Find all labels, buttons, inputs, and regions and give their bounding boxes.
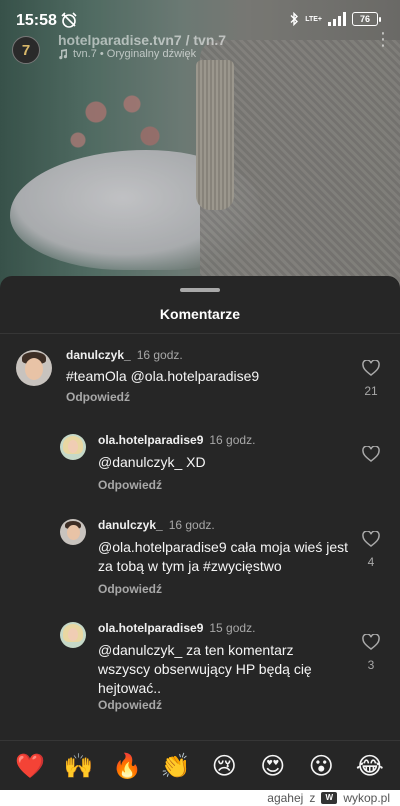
like-button[interactable]: 21 xyxy=(361,360,381,398)
comment-time: 16 godz. xyxy=(136,348,183,362)
avatar[interactable] xyxy=(60,434,86,460)
comment-username[interactable]: danulczyk_ xyxy=(66,348,131,362)
heart-icon xyxy=(362,446,380,462)
battery-icon: 76 xyxy=(352,12,381,26)
footer-watermark: agahej z W wykop.pl xyxy=(0,790,400,806)
heart-icon xyxy=(362,634,380,650)
avatar[interactable] xyxy=(16,350,52,386)
network-type: LTE+ xyxy=(305,15,322,23)
battery-level: 76 xyxy=(359,14,370,24)
status-bar: 15:58 LTE+ 76 xyxy=(0,0,400,44)
emoji-laugh-button[interactable]: 😂 xyxy=(352,752,388,780)
reply-button[interactable]: Odpowiedź xyxy=(98,582,162,596)
emoji-clap-button[interactable]: 👏 xyxy=(158,752,194,780)
footer-connector: z xyxy=(309,791,316,805)
comment-text: @danulczyk_ za ten komentarz wszyscy obs… xyxy=(98,642,312,696)
like-count: 4 xyxy=(367,555,375,569)
like-button[interactable]: 4 xyxy=(361,531,381,569)
alarm-off-icon xyxy=(61,12,77,28)
comment-time: 16 godz. xyxy=(168,518,215,532)
comment-meta: danulczyk_ 16 godz. xyxy=(66,348,183,362)
status-right-group: LTE+ 76 xyxy=(289,12,381,26)
emoji-raised-hands-button[interactable]: 🙌 xyxy=(61,752,97,780)
like-count: 21 xyxy=(364,384,378,398)
comment-username[interactable]: danulczyk_ xyxy=(98,518,163,532)
like-count: 3 xyxy=(367,658,375,672)
comment-username[interactable]: ola.hotelparadise9 xyxy=(98,433,203,447)
sound-label: tvn.7 • Oryginalny dźwięk xyxy=(73,48,197,60)
emoji-heart-eyes-button[interactable]: 😍 xyxy=(255,752,291,780)
avatar[interactable] xyxy=(60,622,86,648)
wykop-logo-icon: W xyxy=(321,792,338,804)
comment-time: 15 godz. xyxy=(209,621,256,635)
footer-user: agahej xyxy=(267,791,304,805)
avatar[interactable] xyxy=(60,519,86,545)
comment-time: 16 godz. xyxy=(209,433,256,447)
comment-item: danulczyk_ 16 godz. #teamOla @ola.hotelpa… xyxy=(0,344,400,414)
footer-text: agahej z W wykop.pl xyxy=(267,790,390,806)
heart-icon xyxy=(362,360,380,376)
drag-handle[interactable] xyxy=(180,288,220,292)
comment-meta: ola.hotelparadise9 16 godz. xyxy=(98,433,255,447)
video-sound[interactable]: tvn.7 • Oryginalny dźwięk xyxy=(58,48,196,60)
emoji-fire-button[interactable]: 🔥 xyxy=(109,752,145,780)
emoji-heart-button[interactable]: ❤️ xyxy=(12,752,48,780)
signal-icon xyxy=(328,12,346,26)
emoji-bar: ❤️ 🙌 🔥 👏 😢 😍 😮 😂 xyxy=(0,740,400,790)
music-note-icon xyxy=(59,48,68,59)
comment-username[interactable]: ola.hotelparadise9 xyxy=(98,621,203,635)
comment-reply-item: ola.hotelparadise9 16 godz. @danulczyk_ X… xyxy=(0,426,400,496)
comment-reply-item: ola.hotelparadise9 15 godz. @danulczyk_ z… xyxy=(0,614,400,714)
bluetooth-icon xyxy=(290,12,299,26)
comment-meta: danulczyk_ 16 godz. xyxy=(98,518,215,532)
emoji-surprised-button[interactable]: 😮 xyxy=(303,752,339,780)
footer-site: wykop.pl xyxy=(343,791,390,805)
like-button[interactable]: 3 xyxy=(361,634,381,672)
reply-button[interactable]: Odpowiedź xyxy=(98,478,162,492)
reply-button[interactable]: Odpowiedź xyxy=(66,390,130,404)
comments-sheet: Komentarze danulczyk_ 16 godz. #teamOla @… xyxy=(0,276,400,806)
comment-meta: ola.hotelparadise9 15 godz. xyxy=(98,621,255,635)
like-button[interactable] xyxy=(361,446,381,462)
channel-badge: 7 xyxy=(21,41,31,59)
heart-icon xyxy=(362,531,380,547)
divider xyxy=(0,333,400,334)
comment-reply-item: danulczyk_ 16 godz. @ola.hotelparadise9 c… xyxy=(0,511,400,601)
reply-button[interactable]: Odpowiedź xyxy=(98,698,162,712)
emoji-cry-button[interactable]: 😢 xyxy=(206,752,242,780)
comment-text: @danulczyk_ XD xyxy=(98,454,206,470)
sheet-title: Komentarze xyxy=(159,306,241,322)
comment-text: @ola.hotelparadise9 cała moja wieś jest … xyxy=(98,539,349,574)
status-time: 15:58 xyxy=(16,12,57,29)
comment-text: #teamOla @ola.hotelparadise9 xyxy=(66,368,260,384)
